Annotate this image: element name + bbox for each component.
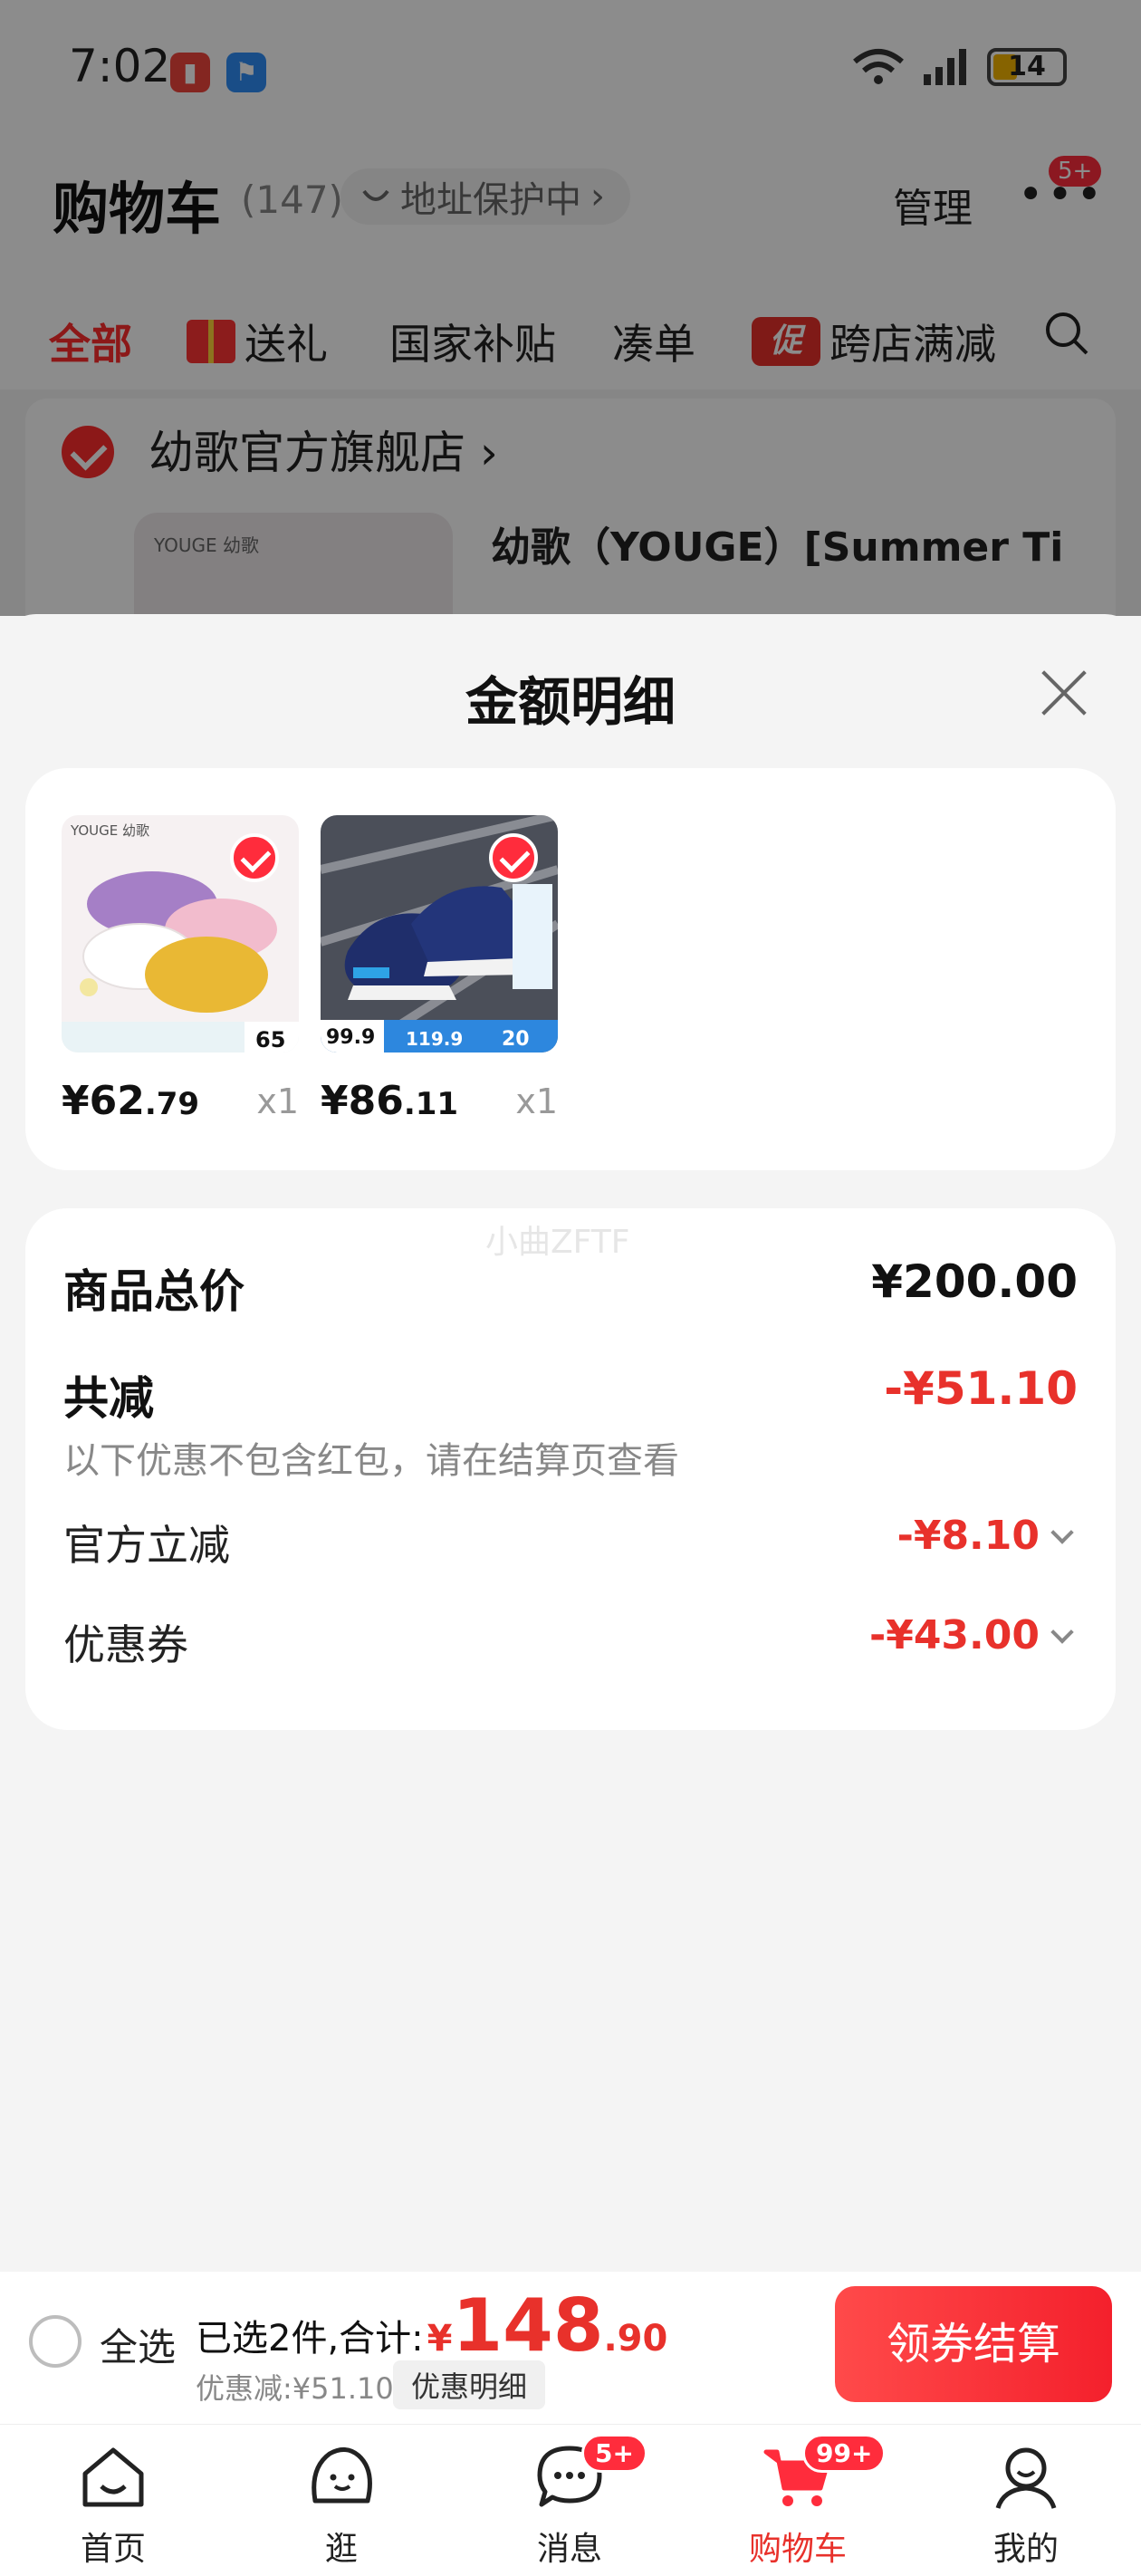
item-price: ¥62.79 <box>62 1078 199 1124</box>
profile-icon <box>995 2447 1057 2509</box>
checkout-bar: 全选 已选2件,合计: ¥ 148 .90 优惠减:¥51.10 优惠明细 领券… <box>0 2272 1141 2424</box>
close-icon[interactable] <box>1032 661 1096 725</box>
total-price-label: 商品总价 <box>63 1265 244 1318</box>
svg-text:YOUGE 幼歌: YOUGE 幼歌 <box>70 822 149 839</box>
item-quantity: x1 <box>515 1081 558 1121</box>
total-price-value: ¥200.00 <box>871 1255 1078 1308</box>
coupon-label: 优惠券 <box>63 1620 188 1669</box>
checkout-summary: 已选2件,合计: ¥ 148 .90 <box>196 2288 667 2364</box>
nav-messages[interactable]: 消息 5+ <box>502 2425 647 2576</box>
list-item[interactable]: YOUGE 幼歌 65 ¥62.79 x1 <box>62 815 299 1124</box>
total-amount-int: 148 <box>452 2283 604 2368</box>
nav-label: 我的 <box>992 2531 1059 2568</box>
nav-cart[interactable]: 购物车 99+ <box>730 2425 887 2576</box>
nav-label: 首页 <box>80 2531 146 2568</box>
nav-browse[interactable]: 逛 <box>273 2425 409 2576</box>
reduce-note: 以下优惠不包含红包，请在结算页查看 <box>63 1440 679 1482</box>
item-price-int: ¥62 <box>62 1078 145 1124</box>
select-all-radio[interactable] <box>29 2315 82 2368</box>
svg-text:119.9: 119.9 <box>406 1028 463 1050</box>
coupon-value: -¥43.00 <box>868 1612 1040 1658</box>
browse-icon <box>312 2447 372 2504</box>
checkout-button[interactable]: 领券结算 <box>835 2286 1112 2402</box>
item-checkbox[interactable] <box>230 833 279 882</box>
discount-amount: 优惠减:¥51.10 <box>196 2371 394 2406</box>
nav-badge: 5+ <box>581 2434 647 2473</box>
chevron-down-icon <box>1050 1620 1074 1644</box>
product-thumbnail[interactable]: 99.9 119.9 20 <box>321 815 558 1053</box>
total-amount-dec: .90 <box>603 2318 668 2360</box>
home-icon <box>82 2447 144 2507</box>
nav-profile[interactable]: 我的 <box>958 2425 1094 2576</box>
price-summary-card: 小曲ZFTF 商品总价 ¥200.00 共减 -¥51.10 以下优惠不包含红包… <box>25 1208 1116 1730</box>
item-price: ¥86.11 <box>321 1078 458 1124</box>
official-discount-value: -¥8.10 <box>896 1513 1040 1559</box>
nav-home[interactable]: 首页 <box>45 2425 181 2576</box>
list-item[interactable]: 99.9 119.9 20 ¥86.11 x1 <box>321 815 558 1124</box>
official-discount-label: 官方立减 <box>63 1521 230 1570</box>
item-checkbox[interactable] <box>489 833 538 882</box>
item-price-dec: .11 <box>403 1086 459 1122</box>
nav-label: 消息 <box>536 2531 602 2568</box>
items-card: YOUGE 幼歌 65 ¥62.79 x1 99.9 119.9 20 ¥86.… <box>25 768 1116 1170</box>
nav-badge: 99+ <box>802 2434 887 2473</box>
svg-text:99.9: 99.9 <box>326 1026 375 1049</box>
item-price-int: ¥86 <box>321 1078 404 1124</box>
price-detail-sheet: 金额明细 YOUGE 幼歌 65 ¥62.79 x1 99.9 119.9 20… <box>0 614 1141 2272</box>
watermark: 小曲ZFTF <box>485 1224 630 1261</box>
nav-label: 购物车 <box>748 2531 847 2568</box>
discount-detail-button[interactable]: 优惠明细 <box>393 2360 546 2409</box>
total-reduce-label: 共减 <box>63 1372 154 1425</box>
item-quantity: x1 <box>256 1081 299 1121</box>
official-discount-row[interactable]: -¥8.10 <box>896 1513 1074 1559</box>
total-reduce-value: -¥51.10 <box>884 1362 1078 1415</box>
selected-count-label: 已选2件,合计: <box>196 2318 424 2360</box>
chevron-down-icon <box>1050 1520 1074 1544</box>
dim-overlay[interactable] <box>0 0 1141 616</box>
svg-text:65: 65 <box>255 1027 285 1053</box>
svg-text:20: 20 <box>502 1028 530 1051</box>
total-currency: ¥ <box>427 2318 453 2360</box>
item-price-dec: .79 <box>144 1086 200 1122</box>
product-thumbnail[interactable]: YOUGE 幼歌 65 <box>62 815 299 1053</box>
coupon-row[interactable]: -¥43.00 <box>868 1612 1074 1658</box>
sheet-title: 金额明细 <box>465 671 676 733</box>
nav-label: 逛 <box>324 2531 358 2568</box>
select-all-label[interactable]: 全选 <box>100 2317 176 2372</box>
bottom-nav: 首页 逛 消息 5+ 购物车 99+ 我的 <box>0 2424 1141 2576</box>
